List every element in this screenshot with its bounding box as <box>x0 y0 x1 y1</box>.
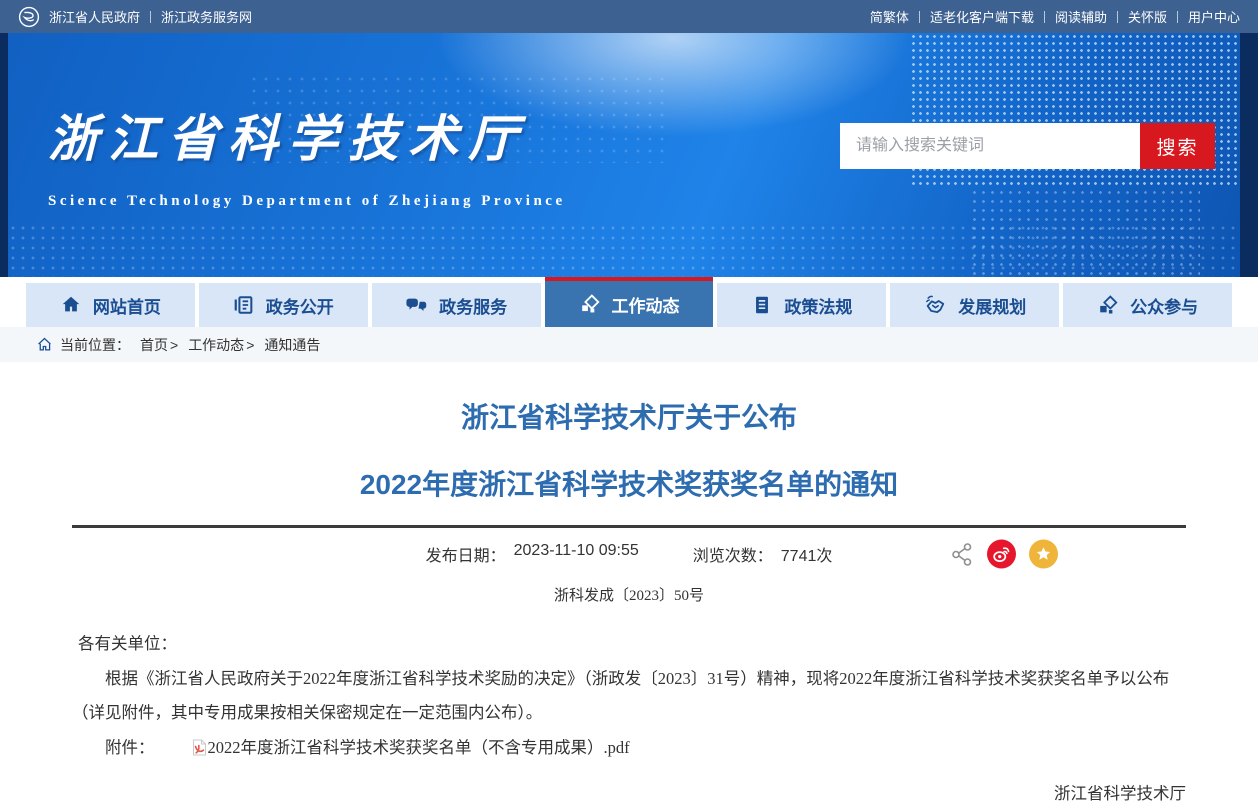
handshake-icon <box>923 294 947 316</box>
breadcrumb-item-home[interactable]: 首页 <box>140 335 168 355</box>
nav-item-label: 公众参与 <box>1130 293 1198 318</box>
topbar-link-provincial-gov[interactable]: 浙江省人民政府 <box>49 7 140 26</box>
attachment-row: 附件： 2022年度浙江省科学技术奖获奖名单（不含专用成果）.pdf <box>72 731 1186 769</box>
divider <box>1177 11 1178 23</box>
search-box: 搜索 <box>840 123 1215 169</box>
divider <box>1044 11 1045 23</box>
nav-item-label: 政策法规 <box>784 293 852 318</box>
main-nav: 网站首页 政务公开 政务服务 <box>26 277 1232 327</box>
nav-item-development-planning[interactable]: 发展规划 <box>890 283 1059 327</box>
weibo-icon[interactable] <box>987 540 1016 569</box>
nav-item-public-participation[interactable]: 公众参与 <box>1063 283 1232 327</box>
header-banner: 浙江省科学技术厅 Science Technology Department o… <box>0 33 1258 277</box>
nav-item-policies[interactable]: 政策法规 <box>717 283 886 327</box>
nav-item-work-updates[interactable]: 工作动态 <box>545 277 714 327</box>
participation-icon <box>1097 294 1119 316</box>
view-count: 浏览次数： 7741次 <box>693 542 833 566</box>
attachment-label: 附件： <box>105 738 155 757</box>
search-button[interactable]: 搜索 <box>1140 123 1215 169</box>
topbar-left: 浙江省人民政府 浙江政务服务网 <box>18 6 252 28</box>
divider <box>919 11 920 23</box>
body-paragraph: 根据《浙江省人民政府关于2022年度浙江省科学技术奖励的决定》（浙政发〔2023… <box>72 662 1186 731</box>
document-number: 浙科发成〔2023〕50号 <box>72 584 1186 605</box>
article-content: 浙江省科学技术厅关于公布 2022年度浙江省科学技术奖获奖名单的通知 发布日期：… <box>0 396 1258 811</box>
salutation: 各有关单位： <box>72 627 1186 662</box>
topbar-link-simplified-traditional[interactable]: 简繁体 <box>870 7 909 26</box>
nav-item-label: 发展规划 <box>958 293 1026 318</box>
publish-date-label: 发布日期： <box>426 542 506 566</box>
nav-item-gov-disclosure[interactable]: 政务公开 <box>199 283 368 327</box>
pdf-file-icon <box>159 734 207 769</box>
view-count-label: 浏览次数： <box>693 542 773 566</box>
article-title-line1: 浙江省科学技术厅关于公布 <box>72 396 1186 436</box>
article-title-line2: 2022年度浙江省科学技术奖获奖名单的通知 <box>72 463 1186 503</box>
nav-item-label: 政务公开 <box>266 293 334 318</box>
signature-org: 浙江省科学技术厅 <box>72 777 1186 810</box>
breadcrumb-prefix: 当前位置： <box>60 335 130 355</box>
topbar-right: 简繁体 适老化客户端下载 阅读辅助 关怀版 用户中心 <box>870 7 1240 26</box>
chat-bubbles-icon <box>405 294 428 316</box>
newspaper-icon <box>233 294 255 316</box>
breadcrumb-item-notices[interactable]: 通知通告 <box>264 335 320 355</box>
breadcrumb-separator: > <box>246 337 254 353</box>
divider <box>150 11 151 23</box>
diamond-blocks-icon <box>579 293 601 315</box>
breadcrumb-home-icon <box>36 336 53 353</box>
publish-date: 发布日期： 2023-11-10 09:55 <box>426 542 639 566</box>
view-count-value: 7741次 <box>781 542 833 566</box>
top-utility-bar: 浙江省人民政府 浙江政务服务网 简繁体 适老化客户端下载 阅读辅助 关怀版 用户… <box>0 0 1258 33</box>
home-icon <box>60 294 82 316</box>
government-seal-icon <box>18 6 40 28</box>
nav-item-label: 政务服务 <box>439 293 507 318</box>
divider <box>1117 11 1118 23</box>
document-lines-icon <box>751 294 773 316</box>
topbar-link-user-center[interactable]: 用户中心 <box>1188 7 1240 26</box>
page: 浙江省人民政府 浙江政务服务网 简繁体 适老化客户端下载 阅读辅助 关怀版 用户… <box>0 0 1258 811</box>
world-map-dots-decor <box>8 223 1240 277</box>
search-input[interactable] <box>840 123 1140 169</box>
nav-item-gov-services[interactable]: 政务服务 <box>372 283 541 327</box>
breadcrumb-item-work-updates[interactable]: 工作动态 <box>188 335 244 355</box>
topbar-link-service-network[interactable]: 浙江政务服务网 <box>161 7 252 26</box>
site-title: 浙江省科学技术厅 <box>48 99 566 171</box>
qzone-star-icon[interactable] <box>1029 540 1058 569</box>
world-map-dots-decor <box>970 188 1200 277</box>
attachment-link[interactable]: 2022年度浙江省科学技术奖获奖名单（不含专用成果）.pdf <box>208 738 630 757</box>
topbar-link-elderly-client-download[interactable]: 适老化客户端下载 <box>930 7 1034 26</box>
nav-item-home[interactable]: 网站首页 <box>26 283 195 327</box>
site-title-english: Science Technology Department of Zhejian… <box>48 193 566 210</box>
banner-background: 浙江省科学技术厅 Science Technology Department o… <box>8 33 1240 277</box>
breadcrumb-separator: > <box>170 337 178 353</box>
nav-item-label: 工作动态 <box>612 292 680 317</box>
topbar-link-reading-assist[interactable]: 阅读辅助 <box>1055 7 1107 26</box>
nav-item-label: 网站首页 <box>93 293 161 318</box>
breadcrumb: 当前位置： 首页 > 工作动态 > 通知通告 <box>0 327 1258 362</box>
share-toolbar <box>950 540 1058 569</box>
signature-block: 浙江省科学技术厅 2023年11月8日 <box>72 777 1186 811</box>
publish-date-value: 2023-11-10 09:55 <box>514 542 639 566</box>
article-meta: 发布日期： 2023-11-10 09:55 浏览次数： 7741次 <box>72 528 1186 580</box>
article-body: 各有关单位： 根据《浙江省人民政府关于2022年度浙江省科学技术奖励的决定》（浙… <box>72 627 1186 769</box>
topbar-link-care-version[interactable]: 关怀版 <box>1128 7 1167 26</box>
share-network-icon[interactable] <box>950 541 974 567</box>
site-brand: 浙江省科学技术厅 Science Technology Department o… <box>48 99 566 210</box>
